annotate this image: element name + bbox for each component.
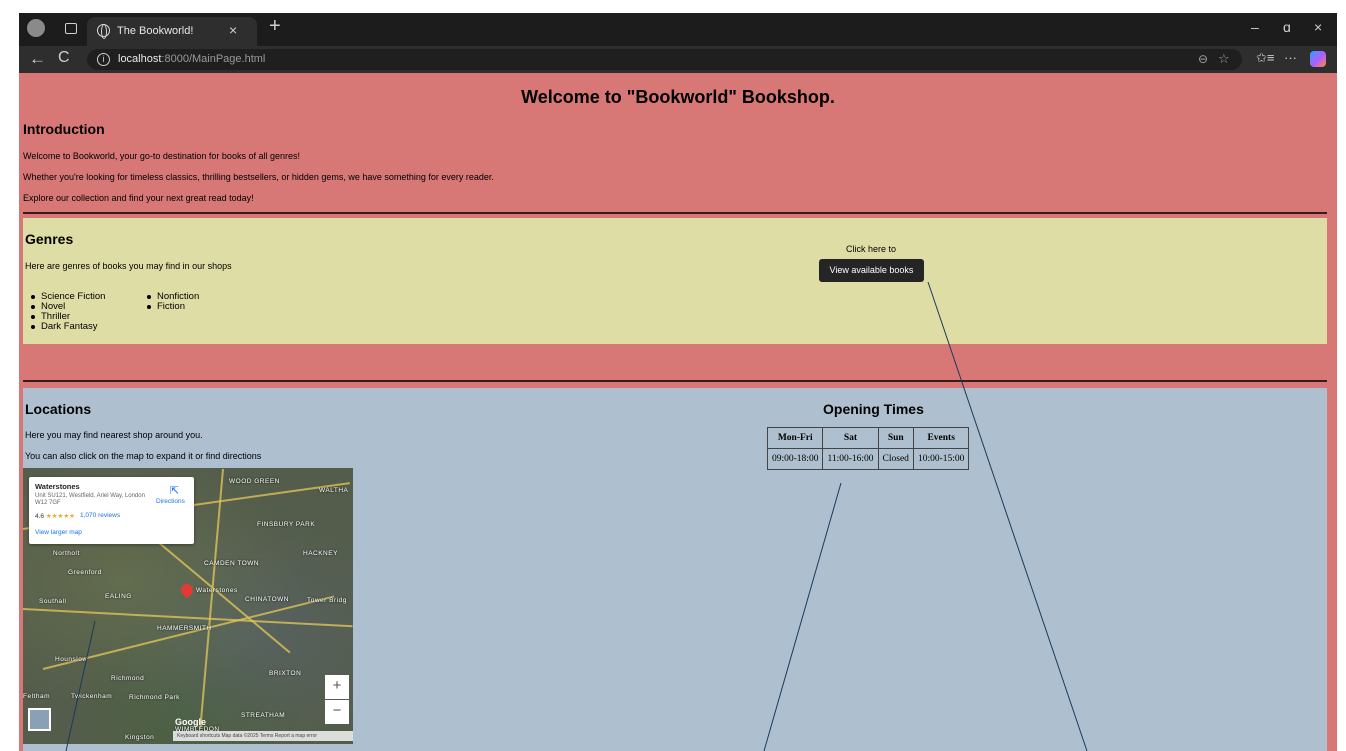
map-label: Kingston bbox=[125, 734, 155, 741]
zoom-in-button[interactable]: + bbox=[325, 675, 349, 699]
more-menu-button[interactable]: ··· bbox=[1284, 50, 1297, 65]
map-label: Northolt bbox=[53, 550, 80, 557]
browser-window: The Bookworld! × + – ɑ × ← C i localhost… bbox=[19, 13, 1337, 751]
locations-heading: Locations bbox=[25, 401, 92, 417]
map-label: Twickenham bbox=[71, 693, 113, 700]
close-window-button[interactable]: × bbox=[1314, 19, 1322, 35]
map-label: Waterstones bbox=[196, 587, 238, 594]
locations-section: Locations Here you may find nearest shop… bbox=[23, 388, 1327, 751]
reload-button[interactable]: C bbox=[58, 49, 70, 67]
restore-button[interactable]: ɑ bbox=[1283, 19, 1291, 35]
map-label: WOOD GREEN bbox=[229, 478, 280, 485]
header-mon-fri: Mon-Fri bbox=[766, 427, 824, 449]
genres-text: Here are genres of books you may find in… bbox=[25, 261, 232, 271]
table-row: 09:00-18:00 11:00-16:00 Closed 10:00-15:… bbox=[766, 448, 970, 470]
map-label: Southall bbox=[39, 598, 67, 605]
close-tab-icon[interactable]: × bbox=[229, 22, 237, 38]
map-label: WALTHA bbox=[319, 487, 349, 494]
table-header-row: Mon-Fri Sat Sun Events bbox=[766, 427, 970, 449]
zoom-out-button[interactable]: − bbox=[325, 700, 349, 724]
zoom-icon[interactable]: ⊖ bbox=[1198, 52, 1208, 66]
map-label: Richmond Park bbox=[129, 694, 180, 701]
place-name: Waterstones bbox=[35, 482, 80, 491]
tab-bookworld[interactable]: The Bookworld! × bbox=[87, 17, 257, 46]
view-larger-map-link[interactable]: View larger map bbox=[35, 529, 82, 536]
cell-events: 10:00-15:00 bbox=[912, 448, 970, 470]
tab-strip: The Bookworld! × + – ɑ × bbox=[19, 13, 1337, 46]
cell-mon-fri: 09:00-18:00 bbox=[766, 448, 824, 470]
google-logo: Google bbox=[175, 717, 206, 727]
map-label: HACKNEY bbox=[303, 550, 338, 557]
header-sun: Sun bbox=[877, 427, 914, 449]
opening-times-heading: Opening Times bbox=[823, 401, 924, 417]
site-info-icon[interactable]: i bbox=[97, 53, 110, 66]
address-bar-row: ← C i localhost:8000/MainPage.html ⊖ ☆ ✩… bbox=[19, 46, 1337, 73]
intro-line-2: Whether you're looking for timeless clas… bbox=[23, 172, 494, 182]
map-label: Feltham bbox=[23, 693, 50, 700]
intro-line-1: Welcome to Bookworld, your go-to destina… bbox=[23, 151, 300, 161]
back-button[interactable]: ← bbox=[29, 49, 46, 69]
page-title: Welcome to "Bookworld" Bookshop. bbox=[521, 87, 835, 107]
map-type-toggle[interactable] bbox=[28, 708, 51, 731]
star-rating-icon: ★★★★★ bbox=[45, 513, 75, 520]
divider bbox=[23, 380, 1327, 382]
new-tab-button[interactable]: + bbox=[269, 15, 281, 38]
genres-heading: Genres bbox=[25, 231, 74, 247]
list-item: Dark Fantasy bbox=[25, 322, 105, 332]
place-address: Unit SU121, Westfield, Ariel Way, London… bbox=[35, 493, 145, 506]
favorite-star-icon[interactable]: ☆ bbox=[1218, 51, 1230, 67]
map-attribution[interactable]: Keyboard shortcuts Map data ©2025 Terms … bbox=[173, 731, 353, 741]
list-item: Science Fiction bbox=[25, 292, 105, 302]
copilot-icon[interactable] bbox=[1310, 51, 1326, 67]
divider bbox=[23, 212, 1327, 214]
place-card: Waterstones Unit SU121, Westfield, Ariel… bbox=[29, 477, 194, 544]
map-label: STREATHAM bbox=[241, 712, 286, 719]
address-bar[interactable]: i localhost:8000/MainPage.html ⊖ ☆ bbox=[87, 49, 1242, 70]
cell-sat: 11:00-16:00 bbox=[822, 448, 879, 470]
header-events: Events bbox=[912, 427, 970, 449]
location-pin-icon[interactable] bbox=[178, 581, 196, 599]
reviews-link[interactable]: 1,070 reviews bbox=[80, 512, 120, 519]
locations-line-2: You can also click on the map to expand … bbox=[25, 451, 262, 461]
url-text[interactable]: localhost:8000/MainPage.html bbox=[118, 53, 265, 65]
map-label: Tower Bridg bbox=[307, 597, 347, 604]
map-embed[interactable]: WOOD GREEN WALTHA FINSBURY PARK Northolt… bbox=[23, 468, 353, 744]
locations-line-1: Here you may find nearest shop around yo… bbox=[25, 430, 203, 440]
opening-times-table: Mon-Fri Sat Sun Events 09:00-18:00 11:00… bbox=[766, 427, 970, 470]
map-label: CHINATOWN bbox=[245, 596, 289, 603]
genres-section: Genres Here are genres of books you may … bbox=[23, 218, 1327, 344]
minimize-button[interactable]: – bbox=[1251, 19, 1259, 35]
genre-list-2: Nonfiction Fiction bbox=[141, 292, 199, 312]
directions-icon[interactable]: ⇱ bbox=[170, 484, 179, 497]
map-label: CAMDEN TOWN bbox=[204, 560, 260, 567]
map-road bbox=[199, 468, 224, 729]
map-label: BRIXTON bbox=[269, 670, 302, 677]
cta-text: Click here to bbox=[846, 244, 897, 254]
map-label: HAMMERSMITH bbox=[157, 625, 212, 632]
intro-line-3: Explore our collection and find your nex… bbox=[23, 193, 254, 203]
profile-avatar-icon[interactable] bbox=[27, 19, 45, 37]
header-sat: Sat bbox=[822, 427, 879, 449]
map-label: Hounslow bbox=[55, 656, 88, 663]
tab-title: The Bookworld! bbox=[117, 25, 194, 37]
view-books-button[interactable]: View available books bbox=[819, 259, 924, 282]
directions-link[interactable]: Directions bbox=[156, 498, 185, 505]
favorites-icon[interactable]: ✩≡ bbox=[1256, 50, 1274, 66]
introduction-heading: Introduction bbox=[23, 121, 105, 137]
globe-icon bbox=[97, 24, 110, 39]
map-label: Richmond bbox=[111, 675, 145, 682]
map-label: Greenford bbox=[68, 569, 102, 576]
map-label: FINSBURY PARK bbox=[257, 521, 316, 528]
place-rating: 4.6 ★★★★★ bbox=[35, 513, 75, 520]
list-item: Fiction bbox=[141, 302, 199, 312]
workspaces-icon[interactable] bbox=[65, 23, 77, 34]
cell-sun: Closed bbox=[877, 448, 914, 470]
map-label: EALING bbox=[105, 593, 132, 600]
page-content: Welcome to "Bookworld" Bookshop. Introdu… bbox=[19, 73, 1337, 751]
genre-list-1: Science Fiction Novel Thriller Dark Fant… bbox=[25, 292, 105, 332]
